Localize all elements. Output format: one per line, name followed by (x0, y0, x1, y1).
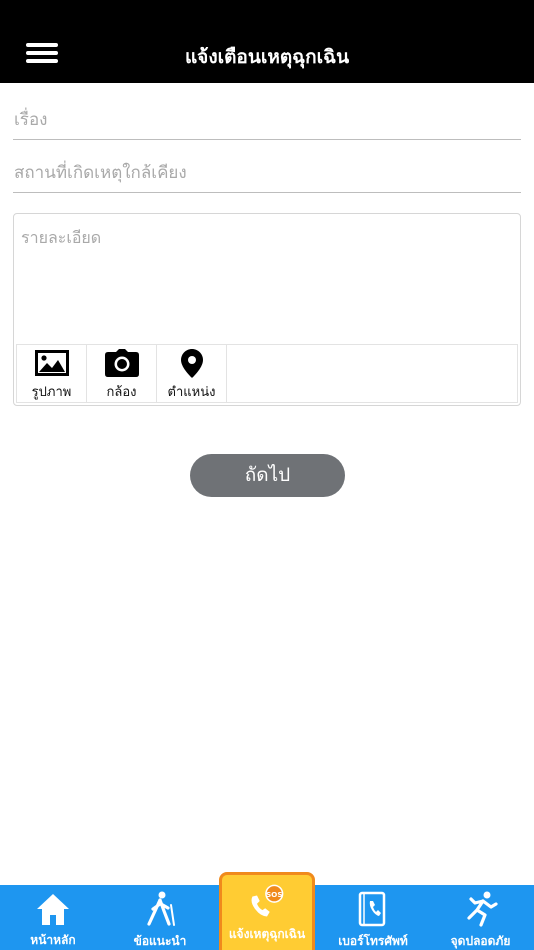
attach-location-button[interactable]: ตำแหน่ง (157, 345, 227, 402)
tab-phone-book[interactable]: เบอร์โทรศัพท์ (320, 885, 426, 950)
tab-advice[interactable]: ข้อแนะนำ (107, 885, 213, 950)
walking-person-icon (140, 891, 180, 927)
svg-text:SOS: SOS (266, 890, 283, 899)
tab-emergency-label: แจ้งเหตุฉุกเฉิน (228, 927, 306, 941)
tab-home-label: หน้าหลัก (30, 933, 76, 947)
location-pin-icon (175, 348, 209, 378)
attach-location-label: ตำแหน่ง (167, 385, 216, 400)
camera-icon (104, 348, 139, 378)
detail-box: รูปภาพ กล้อง ตำแหน่ง (13, 213, 521, 406)
tab-emergency[interactable]: SOS แจ้งเหตุฉุกเฉิน (219, 872, 315, 950)
tab-safe-zone[interactable]: จุดปลอดภัย (427, 885, 534, 950)
app-header: แจ้งเตือนเหตุฉุกเฉิน (0, 0, 534, 83)
detail-textarea[interactable] (14, 214, 520, 344)
attach-image-button[interactable]: รูปภาพ (17, 345, 87, 402)
running-person-icon (461, 891, 501, 927)
location-input[interactable] (13, 153, 521, 193)
attach-camera-label: กล้อง (106, 385, 137, 400)
attach-image-label: รูปภาพ (31, 385, 72, 400)
sos-phone-icon: SOS (247, 883, 287, 919)
page-title: แจ้งเตือนเหตุฉุกเฉิน (184, 46, 350, 68)
tab-advice-label: ข้อแนะนำ (133, 934, 187, 948)
phone-book-icon (353, 891, 393, 927)
tab-safe-zone-label: จุดปลอดภัย (450, 934, 511, 948)
image-icon (34, 348, 69, 378)
next-button[interactable]: ถัดไป (190, 454, 345, 497)
attachment-bar: รูปภาพ กล้อง ตำแหน่ง (16, 344, 518, 403)
subject-input[interactable] (13, 100, 521, 140)
tab-home[interactable]: หน้าหลัก (0, 885, 106, 950)
attach-camera-button[interactable]: กล้อง (87, 345, 157, 402)
home-icon (33, 891, 73, 926)
tab-phone-book-label: เบอร์โทรศัพท์ (338, 934, 408, 948)
